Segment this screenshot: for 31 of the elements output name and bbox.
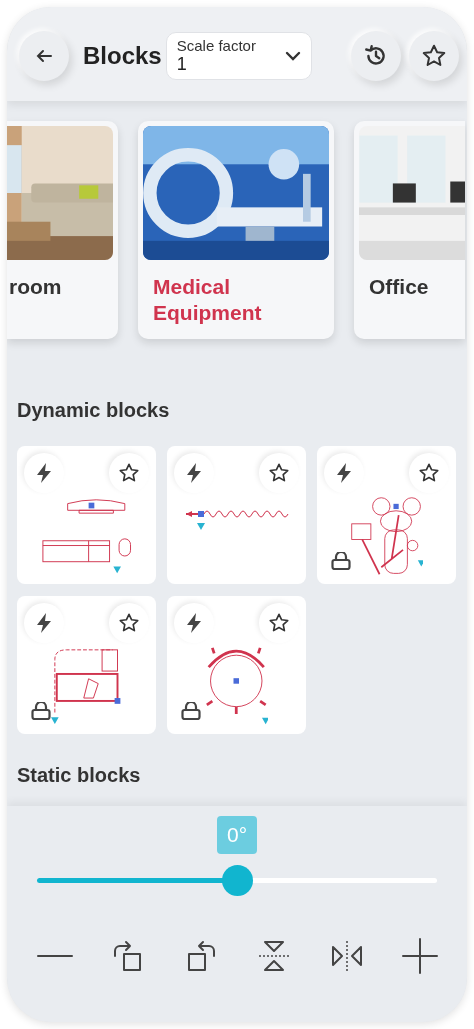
category-card[interactable]: room [7, 121, 118, 339]
minus-icon [36, 954, 73, 958]
chevron-down-icon [284, 51, 301, 61]
back-button[interactable] [19, 31, 69, 81]
angle-value-label: 0° [216, 816, 258, 854]
history-button[interactable] [351, 31, 401, 81]
slider-thumb[interactable] [221, 865, 253, 896]
category-card[interactable]: Office [354, 121, 465, 339]
arrow-left-icon [35, 47, 53, 65]
block-card[interactable] [167, 596, 306, 734]
section-title: Static blocks [17, 764, 142, 787]
star-icon [421, 43, 447, 69]
star-icon [118, 462, 140, 484]
lightning-icon [34, 612, 54, 634]
plus-button[interactable] [401, 938, 438, 974]
lightning-icon [34, 462, 54, 484]
star-icon [268, 462, 290, 484]
star-icon [418, 462, 440, 484]
scale-factor-dropdown[interactable]: Scale factor 1 [165, 32, 312, 80]
lightning-icon [334, 462, 354, 484]
star-icon [118, 612, 140, 634]
favorites-button[interactable] [409, 31, 459, 81]
plus-icon [401, 938, 438, 974]
section-title: Dynamic blocks [17, 399, 171, 422]
lightning-icon [184, 612, 204, 634]
page-title: Blocks [83, 42, 162, 70]
star-icon [268, 612, 290, 634]
block-card[interactable] [317, 446, 456, 584]
lightning-icon [184, 462, 204, 484]
block-card[interactable] [17, 596, 156, 734]
category-card[interactable]: Medical Equipment [138, 121, 334, 339]
